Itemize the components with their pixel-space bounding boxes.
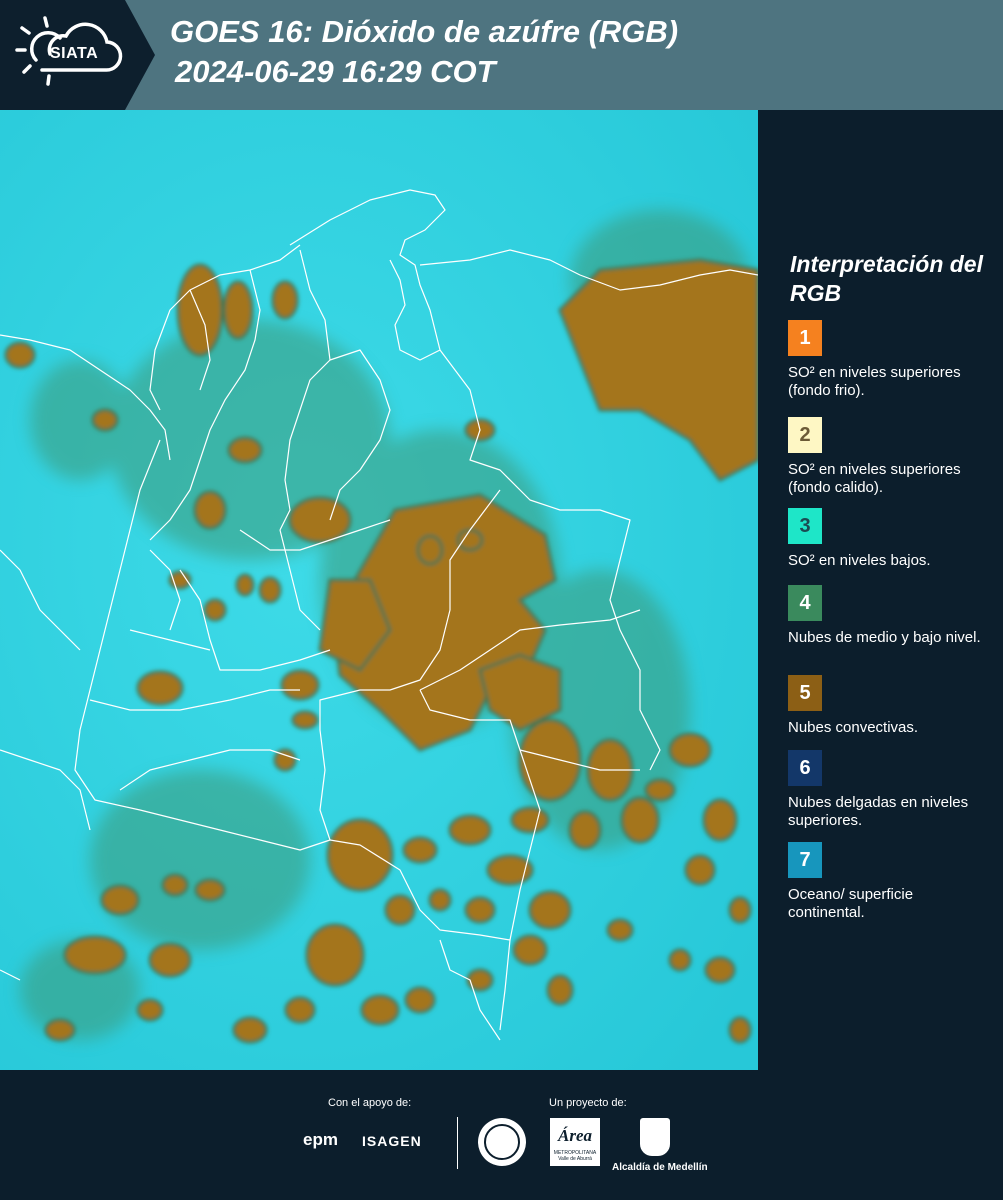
legend-label: Nubes convectivas.: [788, 719, 919, 736]
legend-swatch: 4: [788, 585, 822, 621]
legend-swatch: 6: [788, 750, 822, 786]
legend-label: SO² en niveles bajos.: [788, 552, 931, 569]
page-title: GOES 16: Dióxido de azúfre (RGB): [170, 14, 679, 49]
siata-logo-text: SIATA: [50, 45, 99, 62]
siata-logo: SIATA: [0, 0, 155, 110]
area-logo-sub: METROPOLITANA Valle de Aburrá: [550, 1150, 600, 1162]
area-logo-script: Área: [558, 1126, 592, 1145]
legend-swatch: 2: [788, 417, 822, 453]
rgb-satellite-image: [0, 110, 760, 1070]
legend-item-2: 2 SO² en niveles superiores (fondo calid…: [788, 417, 993, 497]
satellite-map[interactable]: [0, 110, 760, 1070]
footer-divider: [457, 1117, 458, 1169]
legend-swatch: 3: [788, 508, 822, 544]
support-label: Con el apoyo de:: [328, 1097, 412, 1109]
medellin-shield-icon: [640, 1118, 670, 1156]
legend-item-7: 7 Oceano/ superficie continental.: [788, 842, 993, 922]
legend-swatch: 1: [788, 320, 822, 356]
header-bar: SIATA GOES 16: Dióxido de azúfre (RGB) 2…: [0, 0, 1003, 110]
legend-label: Oceano/ superficie continental.: [788, 886, 914, 921]
legend-label: Nubes de medio y bajo nivel.: [788, 629, 981, 646]
footer: Con el apoyo de: Un proyecto de: epm ISA…: [0, 1070, 1003, 1200]
area-logo-sub2: Valle de Aburrá: [558, 1156, 592, 1162]
legend-panel: Interpretación del RGB 1 SO² en niveles …: [758, 110, 1003, 1070]
medellin-seal-icon: [478, 1118, 526, 1166]
legend-title: Interpretación del RGB: [790, 251, 983, 306]
legend-label: SO² en niveles superiores (fondo frio).: [788, 364, 961, 399]
legend-item-6: 6 Nubes delgadas en niveles superiores.: [788, 750, 993, 830]
isagen-logo: ISAGEN: [362, 1133, 422, 1149]
legend-item-3: 3 SO² en niveles bajos.: [788, 508, 993, 570]
legend-swatch: 5: [788, 675, 822, 711]
page-timestamp: 2024-06-29 16:29 COT: [175, 54, 496, 89]
alcaldia-label: Alcaldía de Medellín: [612, 1162, 708, 1173]
legend-item-1: 1 SO² en niveles superiores (fondo frio)…: [788, 320, 993, 400]
legend-swatch: 7: [788, 842, 822, 878]
project-label: Un proyecto de:: [549, 1097, 627, 1109]
legend-item-5: 5 Nubes convectivas.: [788, 675, 993, 737]
epm-logo: epm: [303, 1130, 338, 1149]
area-metropolitana-logo: Área METROPOLITANA Valle de Aburrá: [550, 1118, 600, 1166]
legend-label: Nubes delgadas en niveles superiores.: [788, 794, 969, 829]
legend-item-4: 4 Nubes de medio y bajo nivel.: [788, 585, 993, 647]
legend-label: SO² en niveles superiores (fondo calido)…: [788, 461, 961, 496]
